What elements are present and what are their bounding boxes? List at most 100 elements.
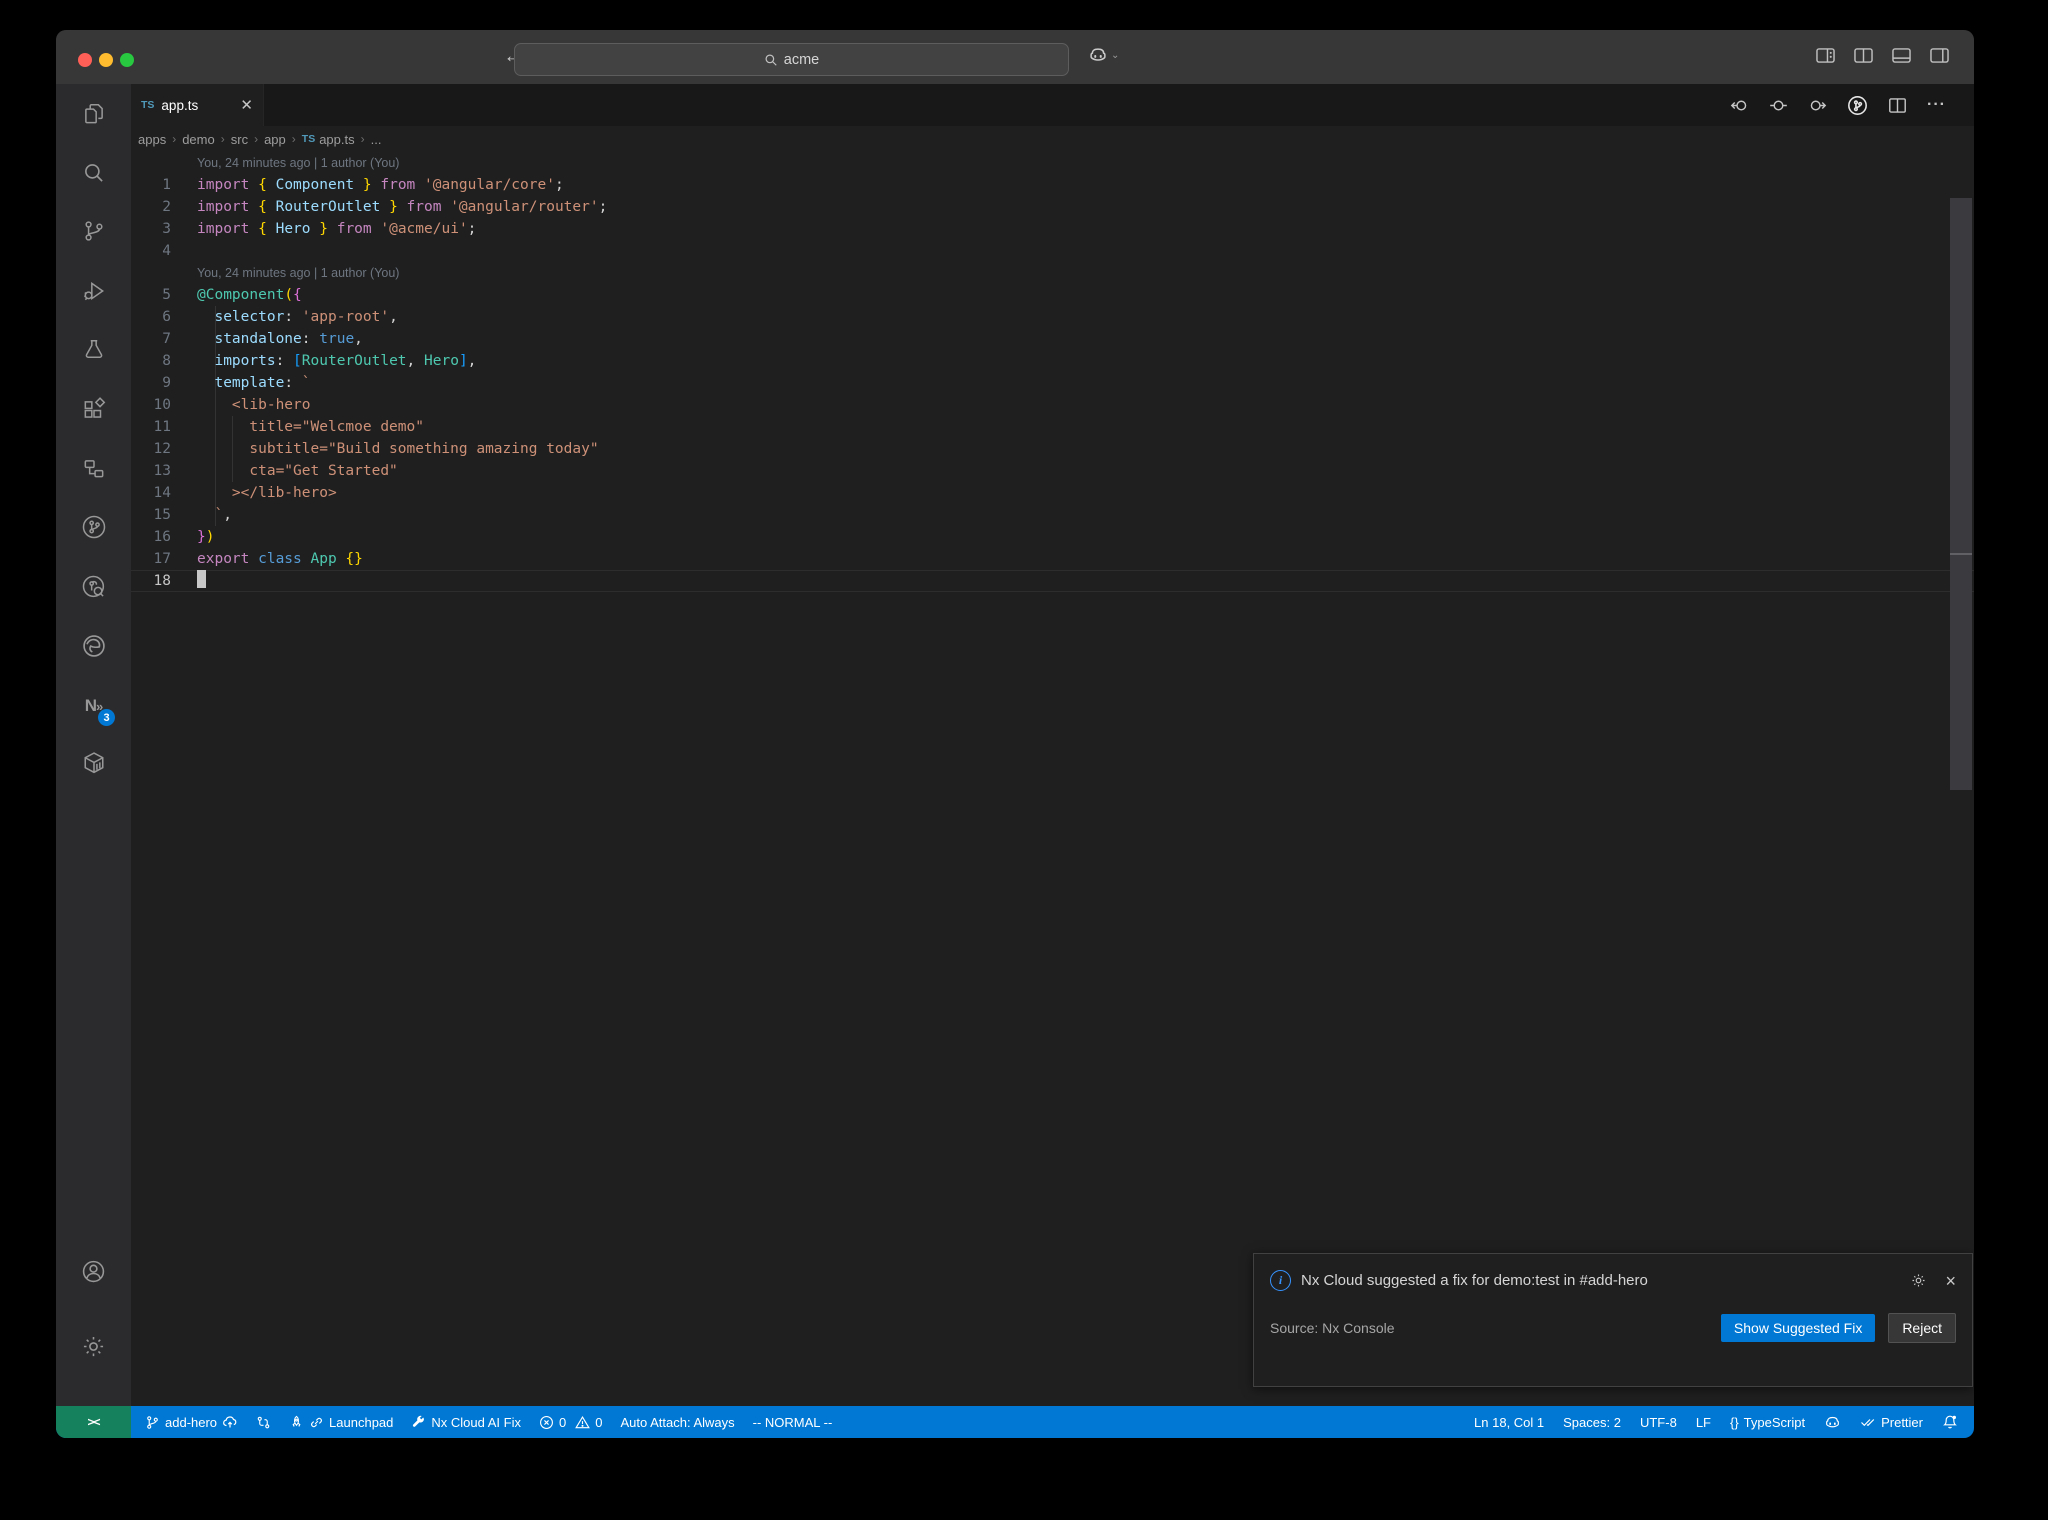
close-window-button[interactable]	[78, 53, 92, 67]
activity-bar: N» 3	[56, 84, 131, 1406]
code-line[interactable]: 15 `,	[131, 504, 1974, 526]
line-number: 13	[153, 463, 171, 479]
account-icon[interactable]	[56, 1249, 131, 1293]
code-line[interactable]: 9 template: `	[131, 372, 1974, 394]
code-line[interactable]: 7 standalone: true,	[131, 328, 1974, 350]
editor-actions: ···	[1730, 84, 1946, 126]
breadcrumb-item[interactable]: src	[231, 132, 248, 147]
notifications-status[interactable]	[1942, 1414, 1958, 1430]
nx-run-target-icon[interactable]	[1847, 95, 1868, 116]
breadcrumb-item[interactable]: apps	[138, 132, 166, 147]
git-compare-status[interactable]	[256, 1415, 271, 1430]
command-center-search[interactable]: acme	[514, 43, 1069, 76]
breadcrumb-item[interactable]: app	[264, 132, 286, 147]
references-icon[interactable]	[56, 447, 131, 491]
copilot-status[interactable]	[1824, 1414, 1841, 1431]
code-line[interactable]: 13 cta="Get Started"	[131, 460, 1974, 482]
remote-indicator[interactable]: ><	[56, 1406, 131, 1438]
edge-browser-icon[interactable]	[56, 624, 131, 668]
error-icon	[539, 1415, 554, 1430]
search-icon[interactable]	[56, 151, 131, 195]
customize-layout-icon[interactable]	[1815, 45, 1836, 66]
blame-annotation[interactable]: You, 24 minutes ago | 1 author (You)	[197, 152, 1974, 174]
previous-change-icon[interactable]	[1730, 96, 1749, 115]
line-number: 3	[162, 221, 171, 237]
code-line[interactable]: 3 import { Hero } from '@acme/ui';	[131, 218, 1974, 240]
code-line[interactable]: 2 import { RouterOutlet } from '@angular/…	[131, 196, 1974, 218]
change-icon[interactable]	[1769, 96, 1788, 115]
toggle-panel-icon[interactable]	[1891, 45, 1912, 66]
more-actions-icon[interactable]: ···	[1927, 96, 1946, 114]
reject-button[interactable]: Reject	[1888, 1313, 1956, 1343]
problems-status[interactable]: 0 0	[539, 1415, 602, 1430]
search-value: acme	[783, 51, 820, 68]
git-branch-status[interactable]: add-hero	[145, 1414, 238, 1430]
line-number: 7	[162, 331, 171, 347]
close-tab-icon[interactable]: ✕	[240, 96, 253, 114]
tab-app-ts[interactable]: TS app.ts ✕	[131, 84, 264, 126]
toggle-primary-sidebar-icon[interactable]	[1853, 45, 1874, 66]
code-line[interactable]: 16})	[131, 526, 1974, 548]
nx-cloud-fix-status[interactable]: Nx Cloud AI Fix	[411, 1415, 521, 1430]
settings-gear-icon[interactable]	[56, 1324, 131, 1368]
close-icon[interactable]: ×	[1945, 1272, 1956, 1290]
explorer-icon[interactable]	[56, 92, 131, 136]
eol-status[interactable]: LF	[1696, 1415, 1711, 1430]
code-line[interactable]: 8 imports: [RouterOutlet, Hero],	[131, 350, 1974, 372]
split-editor-icon[interactable]	[1888, 96, 1907, 115]
maximize-window-button[interactable]	[120, 53, 134, 67]
vscode-window: ← → acme ⌄	[56, 30, 1974, 1438]
show-suggested-fix-button[interactable]: Show Suggested Fix	[1720, 1314, 1876, 1342]
search-icon	[764, 53, 778, 67]
toggle-secondary-sidebar-icon[interactable]	[1929, 45, 1950, 66]
vim-mode-status[interactable]: -- NORMAL --	[753, 1415, 833, 1430]
next-change-icon[interactable]	[1808, 96, 1827, 115]
extensions-icon[interactable]	[56, 388, 131, 432]
code-line[interactable]: 4	[131, 240, 1974, 262]
code-line[interactable]: 1 import { Component } from '@angular/cor…	[131, 174, 1974, 196]
code-line[interactable]: 5 @Component({	[131, 284, 1974, 306]
testing-icon[interactable]	[56, 328, 131, 372]
breadcrumb: apps › demo › src › app › TS app.ts › ...	[131, 126, 1974, 152]
copilot-icon	[1088, 45, 1108, 65]
code-editor[interactable]: You, 24 minutes ago | 1 author (You) 1 imp…	[131, 152, 1974, 1406]
breadcrumb-item[interactable]: ...	[371, 132, 382, 147]
vertical-scrollbar[interactable]	[1950, 198, 1972, 790]
nx-inspect-icon[interactable]	[56, 565, 131, 609]
code-line[interactable]: 14 ></lib-hero>	[131, 482, 1974, 504]
encoding-status[interactable]: UTF-8	[1640, 1415, 1677, 1430]
info-icon: i	[1270, 1270, 1291, 1291]
auto-attach-status[interactable]: Auto Attach: Always	[620, 1415, 734, 1430]
cursor-position-status[interactable]: Ln 18, Col 1	[1474, 1415, 1544, 1430]
formatter-status[interactable]: Prettier	[1860, 1414, 1923, 1430]
indentation-status[interactable]: Spaces: 2	[1563, 1415, 1621, 1430]
language-status[interactable]: {} TypeScript	[1730, 1415, 1805, 1430]
notification-settings-gear-icon[interactable]	[1910, 1272, 1927, 1289]
blame-annotation[interactable]: You, 24 minutes ago | 1 author (You)	[197, 262, 1974, 284]
copilot-icon	[1824, 1414, 1841, 1431]
launchpad-status[interactable]: Launchpad	[289, 1415, 393, 1430]
chevron-right-icon: ›	[360, 132, 365, 146]
line-number: 5	[162, 287, 171, 303]
code-line[interactable]: 17 export class App {}	[131, 548, 1974, 570]
nx-console-icon[interactable]: N» 3	[56, 684, 131, 728]
run-debug-icon[interactable]	[56, 269, 131, 313]
breadcrumb-item[interactable]: demo	[182, 132, 215, 147]
source-control-icon[interactable]	[56, 209, 131, 253]
code-line[interactable]: 10 <lib-hero	[131, 394, 1974, 416]
code-line[interactable]: 6 selector: 'app-root',	[131, 306, 1974, 328]
chevron-right-icon: ›	[291, 132, 296, 146]
code-line[interactable]: 11 title="Welcmoe demo"	[131, 416, 1974, 438]
container-icon[interactable]	[56, 741, 131, 785]
copilot-menu[interactable]: ⌄	[1088, 45, 1119, 65]
code-line[interactable]: 12 subtitle="Build something amazing tod…	[131, 438, 1974, 460]
nx-project-graph-icon[interactable]	[56, 505, 131, 549]
code-line[interactable]: 18	[131, 570, 1974, 592]
remote-icon: ><	[87, 1415, 100, 1429]
minimize-window-button[interactable]	[99, 53, 113, 67]
breadcrumb-item[interactable]: app.ts	[319, 132, 354, 147]
tab-label: app.ts	[161, 97, 199, 113]
indent-guide	[215, 306, 216, 526]
line-number: 18	[153, 573, 171, 589]
nx-badge: 3	[98, 709, 115, 726]
